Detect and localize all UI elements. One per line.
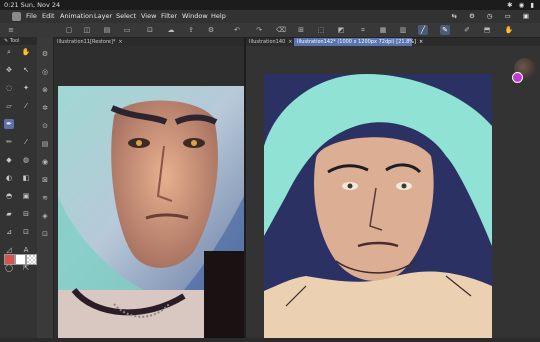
open-icon[interactable]: ◫ [82,25,92,35]
menu-window[interactable]: Window [182,10,208,23]
settings-icon[interactable]: ⚙ [206,25,216,35]
menu-file[interactable]: File [26,10,37,23]
animation-icon[interactable]: ◉ [40,157,50,167]
transform-icon[interactable]: ⊞ [296,25,306,35]
sub-tool-column: ⚙ ◎ ⊗ ✲ ⊙ ▤ ◉ ⊠ ≋ ◈ ⊡ [37,37,54,338]
clear-icon[interactable]: ⌫ [276,25,286,35]
transparent-color-swatch[interactable] [26,254,37,265]
menu-help[interactable]: Help [211,10,226,23]
close-icon[interactable]: × [118,39,122,45]
menu-view[interactable]: View [141,10,156,23]
brush-tool-icon[interactable]: ⁄ [21,137,31,147]
airbrush-icon[interactable]: ◍ [21,155,31,165]
blend-icon[interactable]: ◐ [4,173,14,183]
balloon-icon[interactable]: ⊡ [21,227,31,237]
drawing-canvas[interactable] [246,46,540,338]
info-icon[interactable]: ✲ [40,103,50,113]
redo-icon[interactable]: ↷ [254,25,264,35]
tool-palette: ✎ Tool ⌕ ✋ ✥ ↖ ◌ ✦ ▱ ⁄ ✒ ✏ ⁄ ◆ ◍ ◐ ◧ ◓ ▣… [0,37,38,338]
messenger-badge-icon[interactable] [512,72,523,83]
materials-icon[interactable]: ▤ [40,139,50,149]
status-time: 0:21 Sun, Nov 24 [4,1,61,9]
folder-icon[interactable]: ▭ [122,25,132,35]
menu-edit[interactable]: Edit [42,10,55,23]
stabilize-icon[interactable]: ╱ [418,25,428,35]
edit-icon[interactable]: ✐ [462,25,472,35]
close-icon[interactable]: × [288,39,292,45]
menu-icon[interactable]: ≡ [6,25,16,35]
pencil-icon[interactable]: ✏ [4,137,14,147]
command-bar: ≡ ▢ ◫ ▤ ▭ ⊡ ☁ ⇪ ⚙ ↶ ↷ ⌫ ⊞ ⬚ ◩ ⌗ ▦ ▥ ╱ ✎ … [0,23,540,38]
reference-canvas[interactable] [54,46,244,338]
reference-icon[interactable]: ⬒ [482,25,492,35]
history-icon[interactable]: ⊙ [40,121,50,131]
eraser-tool-icon[interactable]: ◆ [4,155,14,165]
menu-animation[interactable]: Animation [60,10,93,23]
operation-icon[interactable]: ↖ [21,65,31,75]
share-icon[interactable]: ⊡ [145,25,155,35]
portrait-drawing [264,74,492,338]
panel-settings-icon[interactable]: ⚙ [40,49,50,59]
tab-illustration140[interactable]: Illustration140 × [246,38,294,46]
eraser-icon[interactable]: ▱ [4,101,14,111]
pen-pressure-icon[interactable]: ✎ [440,25,450,35]
zoom-icon[interactable]: ⌕ [4,47,14,57]
lasso-icon[interactable]: ◌ [4,83,14,93]
tool-palette-header: ✎ Tool [0,37,37,45]
tab-label: Illustration11[Restore]* [57,39,116,45]
eyedropper-icon[interactable]: ⁄ [21,101,31,111]
frame-icon[interactable]: ⊟ [21,209,31,219]
figure-tool-icon[interactable]: ▰ [4,209,14,219]
color-icon[interactable]: ◈ [40,211,50,221]
close-icon[interactable]: × [419,39,423,45]
window-controls[interactable]: ⇆ ⚙ ◷ ▭ ▣ [452,10,535,23]
grid-icon[interactable]: ▦ [378,25,388,35]
tab-illustration11[interactable]: Illustration11[Restore]* × [54,38,144,46]
layers-icon[interactable]: ◎ [40,67,50,77]
menu-layer[interactable]: Layer [94,10,112,23]
tab-label: Illustration142* (1000 x 1200px 72dpi) [… [297,39,417,45]
more-panels-icon[interactable]: ⊡ [40,229,50,239]
fill-icon[interactable]: ◧ [21,173,31,183]
ruler-icon[interactable]: ▥ [398,25,408,35]
invert-selection-icon[interactable]: ◩ [336,25,346,35]
system-icons: ✱ ◉ ▮ [507,1,536,9]
system-status-bar: 0:21 Sun, Nov 24 ✱ ◉ ▮ [0,0,540,10]
reference-painting [58,86,244,338]
pen-icon[interactable]: ✒ [4,119,14,129]
auto-action-icon[interactable]: ⊠ [40,175,50,185]
cloud-icon[interactable]: ☁ [166,25,176,35]
figure-icon[interactable]: ◓ [4,191,14,201]
layer-stack-icon[interactable]: ≋ [40,193,50,203]
menu-bar: File Edit Animation Layer Select View Fi… [0,10,540,23]
undo-icon[interactable]: ↶ [232,25,242,35]
hand-tool-icon[interactable]: ✋ [21,47,31,57]
tool-palette-title: Tool [9,38,20,44]
crop-icon[interactable]: ⌗ [358,25,368,35]
menu-select[interactable]: Select [116,10,136,23]
tab-illustration142[interactable]: Illustration142* (1000 x 1200px 72dpi) [… [294,38,423,46]
tab-label: Illustration140 [249,39,286,45]
gradient-icon[interactable]: ▣ [21,191,31,201]
main-color-swatch[interactable] [4,254,15,265]
ruler-tool-icon[interactable]: ⊿ [4,227,14,237]
export-icon[interactable]: ⇪ [186,25,196,35]
save-icon[interactable]: ▤ [102,25,112,35]
menu-filter[interactable]: Filter [161,10,177,23]
navigator-icon[interactable]: ⊗ [40,85,50,95]
hand-icon[interactable]: ✋ [504,25,514,35]
new-icon[interactable]: ▢ [64,25,74,35]
app-icon [12,12,21,21]
brush-icon: ✎ [4,38,9,44]
auto-select-icon[interactable]: ✦ [21,83,31,93]
deselect-icon[interactable]: ⬚ [316,25,326,35]
move-icon[interactable]: ✥ [4,65,14,75]
sub-color-swatch[interactable] [15,254,26,265]
